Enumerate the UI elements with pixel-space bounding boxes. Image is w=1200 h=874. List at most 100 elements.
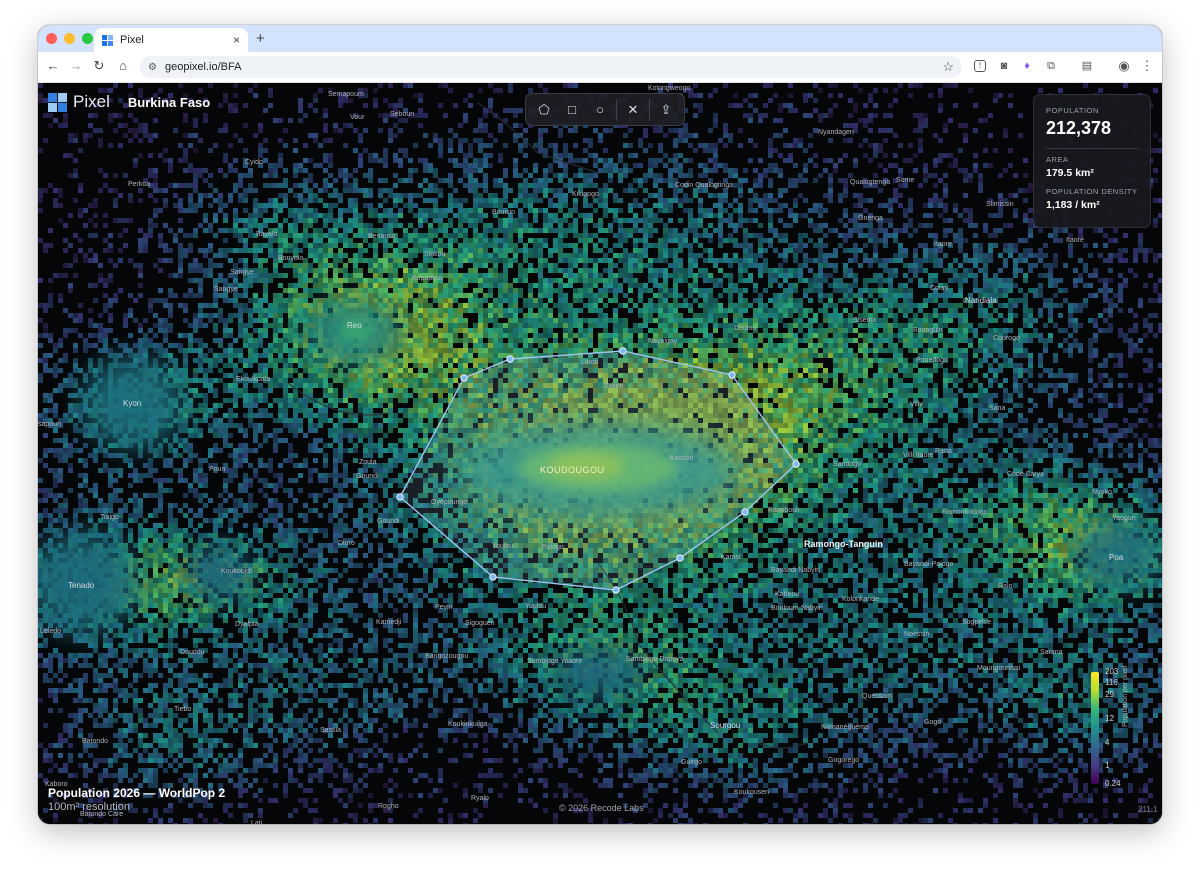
population-pixel [283,273,288,278]
population-pixel [388,188,393,193]
population-pixel [423,268,428,273]
population-pixel [848,258,853,263]
population-pixel [468,258,473,263]
population-pixel [953,258,958,263]
population-pixel [533,188,538,193]
extension-crystal-icon[interactable]: ♦ [1019,58,1035,74]
population-pixel [603,243,608,248]
population-pixel [488,228,493,233]
population-pixel [573,203,578,208]
population-pixel [168,258,173,263]
new-tab-button[interactable]: + [256,30,265,47]
site-settings-icon[interactable]: ⚙ [148,62,157,73]
population-pixel [883,203,888,208]
population-pixel [1103,233,1108,238]
tab-search-icon[interactable]: ▤ [1079,58,1095,74]
population-pixel [133,263,138,268]
population-pixel [813,153,818,158]
population-pixel [583,268,588,273]
population-pixel [323,183,328,188]
population-pixel [253,93,258,98]
close-tab-icon[interactable]: × [233,33,240,47]
population-pixel [568,273,573,278]
population-pixel [958,228,963,233]
population-pixel [363,203,368,208]
population-pixel [113,173,118,178]
population-pixel [423,218,428,223]
population-pixel [523,143,528,148]
close-window-button[interactable] [46,33,57,44]
population-pixel [573,233,578,238]
home-icon[interactable]: ⌂ [114,58,132,73]
population-pixel [793,198,798,203]
population-pixel [763,198,768,203]
population-pixel [333,263,338,268]
extensions-puzzle-icon[interactable]: ⧉ [1043,58,1059,74]
address-bar[interactable]: ⚙ geopixel.io/BFA ☆ [140,56,962,78]
population-pixel [483,123,488,128]
population-pixel [113,113,118,118]
camera-extension-icon[interactable]: ◙ [996,58,1012,74]
browser-tab[interactable]: Pixel × [94,28,248,52]
population-pixel [788,208,793,213]
population-pixel [358,153,363,158]
population-pixel [968,258,973,263]
population-pixel [508,248,513,253]
population-pixel [548,213,553,218]
population-pixel [403,263,408,268]
population-pixel [63,263,68,268]
population-pixel [768,168,773,173]
population-pixel [1028,268,1033,273]
back-arrow-icon[interactable]: ← [44,58,62,73]
population-pixel [538,263,543,268]
population-pixel [593,173,598,178]
population-pixel [233,248,238,253]
population-pixel [103,248,108,253]
population-pixel [828,263,833,268]
population-pixel [658,268,663,273]
population-pixel [288,208,293,213]
population-pixel [178,263,183,268]
population-pixel [723,208,728,213]
population-pixel [1028,263,1033,268]
reload-icon[interactable]: ↻ [90,58,108,74]
population-pixel [253,223,258,228]
population-pixel [913,228,918,233]
population-pixel [663,223,668,228]
population-map[interactable]: Semapoum Seboun Kolongweogo Vour Nyandagen Cy… [38,83,1162,824]
browser-menu-icon[interactable]: ⋮ [1139,58,1155,74]
population-pixel [1133,253,1138,258]
population-pixel [508,263,513,268]
population-pixel [68,153,73,158]
population-pixel [108,243,113,248]
reader-extension-icon[interactable]: ! [974,60,986,72]
population-pixel [918,223,923,228]
population-pixel [293,148,298,153]
population-pixel [413,243,418,248]
population-pixel [913,168,918,173]
population-pixel [573,263,578,268]
population-pixel [248,188,253,193]
bookmark-star-icon[interactable]: ☆ [942,59,954,75]
zoom-window-button[interactable] [82,33,93,44]
population-pixel [258,223,263,228]
forward-arrow-icon[interactable]: → [67,58,85,73]
population-pixel [413,233,418,238]
population-pixel [238,138,243,143]
minimize-window-button[interactable] [64,33,75,44]
population-pixel [448,158,453,163]
profile-icon[interactable]: ◉ [1116,58,1132,74]
population-pixel [1158,138,1162,143]
population-pixel [283,128,288,133]
population-pixel [1143,248,1148,253]
population-pixel [948,218,953,223]
population-pixel [43,138,48,143]
population-pixel [673,233,678,238]
population-pixel [93,213,98,218]
population-pixel [498,158,503,163]
population-pixel [818,173,823,178]
population-pixel [803,198,808,203]
population-pixel [453,198,458,203]
population-pixel [153,168,158,173]
population-pixel [128,128,133,133]
